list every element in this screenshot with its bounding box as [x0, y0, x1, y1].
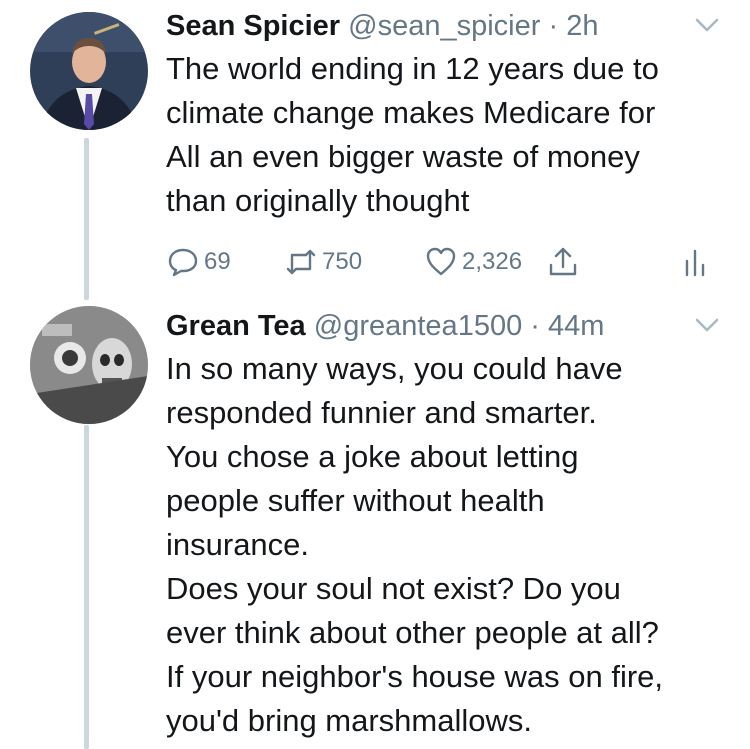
- tweet-text: The world ending in 12 years due to clim…: [166, 47, 726, 223]
- thread-line: [84, 138, 89, 300]
- reply-icon: [168, 248, 198, 277]
- tweet-text-line: You chose a joke about letting: [166, 439, 579, 474]
- tweet-text-line: ever think about other people at all?: [166, 615, 659, 650]
- tweet-header: Grean Tea @greantea1500 · 44m: [166, 306, 604, 346]
- avatar[interactable]: [30, 12, 148, 130]
- tweet-text-line: If your neighbor's house was on fire,: [166, 659, 664, 694]
- tweet-text-line: Does your soul not exist? Do you: [166, 571, 621, 606]
- like-count: 2,326: [462, 248, 523, 275]
- tweet-text-line: climate change makes Medicare for: [166, 95, 656, 130]
- tweet-text-line: responded funnier and smarter.: [166, 395, 597, 430]
- retweet-count: 750: [322, 248, 363, 275]
- separator-dot: ·: [530, 310, 540, 342]
- author-name[interactable]: Sean Spicier: [166, 10, 340, 42]
- analytics-button[interactable]: [678, 242, 716, 282]
- tweet[interactable]: Grean Tea @greantea1500 · 44m In so many…: [0, 300, 750, 749]
- tweet-text-line: In so many ways, you could have: [166, 351, 623, 386]
- chevron-down-icon[interactable]: [694, 16, 720, 34]
- chevron-down-icon[interactable]: [694, 316, 720, 334]
- separator-dot: ·: [548, 10, 559, 42]
- tweet-text-line: All an even bigger waste of money: [166, 139, 640, 174]
- author-name[interactable]: Grean Tea: [166, 310, 306, 342]
- share-icon: [549, 247, 577, 276]
- retweet-button[interactable]: 750: [284, 242, 362, 282]
- tweet-text-line: than originally thought: [166, 183, 470, 218]
- author-handle[interactable]: @sean_spicier: [348, 10, 540, 42]
- timestamp[interactable]: 2h: [566, 10, 598, 42]
- tweet-header: Sean Spicier @sean_spicier · 2h: [166, 6, 598, 46]
- analytics-icon: [685, 249, 705, 277]
- reply-button[interactable]: 69: [166, 242, 231, 282]
- tweet-text-line: you'd bring marshmallows.: [166, 703, 533, 738]
- like-button[interactable]: 2,326: [424, 242, 522, 282]
- reply-count: 69: [204, 248, 231, 275]
- heart-icon: [426, 247, 456, 276]
- retweet-icon: [286, 249, 316, 275]
- tweet-text-line: insurance.: [166, 527, 310, 562]
- tweet-text: In so many ways, you could have responde…: [166, 347, 726, 743]
- action-bar: 69 750 2,326: [166, 242, 726, 282]
- tweet[interactable]: Sean Spicier @sean_spicier · 2h The worl…: [0, 0, 750, 300]
- tweet-text-line: The world ending in 12 years due to: [166, 51, 659, 86]
- author-handle[interactable]: @greantea1500: [314, 310, 522, 342]
- thread-line: [84, 425, 89, 749]
- share-button[interactable]: [546, 242, 584, 282]
- timestamp[interactable]: 44m: [548, 310, 604, 342]
- tweet-text-line: people suffer without health: [166, 483, 545, 518]
- avatar[interactable]: [30, 306, 148, 424]
